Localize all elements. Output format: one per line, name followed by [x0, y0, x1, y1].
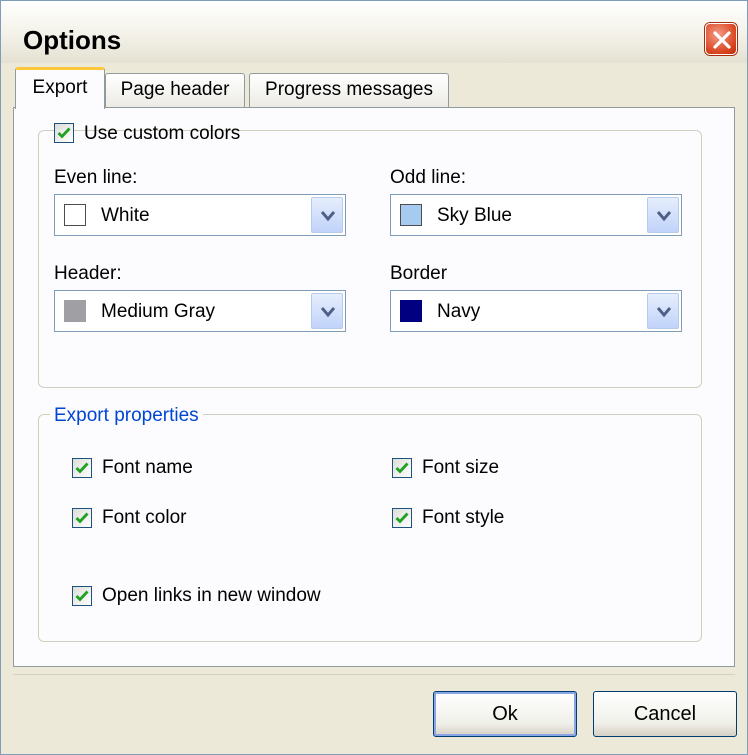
odd-line-color-swatch [400, 204, 422, 226]
close-button[interactable] [705, 23, 737, 55]
tab-page-header[interactable]: Page header [105, 73, 245, 107]
font-name-label: Font name [102, 457, 193, 478]
border-label: Border [390, 263, 448, 284]
even-line-value: White [101, 205, 150, 226]
chevron-down-icon [657, 307, 671, 318]
checkmark-icon [395, 462, 409, 474]
button-separator [13, 674, 735, 675]
export-tab-panel: Use custom colors Even line: White Odd l… [13, 107, 735, 667]
export-properties-legend: Export properties [50, 404, 203, 428]
font-color-checkbox[interactable] [72, 508, 92, 528]
border-color-swatch [400, 300, 422, 322]
border-dropdown-button[interactable] [647, 293, 679, 329]
header-value: Medium Gray [101, 301, 216, 322]
font-color-label: Font color [102, 507, 187, 528]
tab-export[interactable]: Export [15, 67, 105, 109]
open-links-checkbox[interactable] [72, 586, 92, 606]
title-bar[interactable]: Options [1, 1, 747, 63]
even-line-dropdown-button[interactable] [311, 197, 343, 233]
odd-line-color-select[interactable]: Sky Blue [390, 194, 682, 236]
options-dialog: Options Export Page header Progress mess… [0, 0, 748, 755]
even-line-label: Even line: [54, 167, 138, 188]
font-style-label: Font style [422, 507, 505, 528]
checkmark-icon [75, 590, 89, 602]
custom-colors-group [38, 130, 702, 388]
font-name-checkbox[interactable] [72, 458, 92, 478]
window-title: Options [23, 25, 122, 55]
close-icon [713, 31, 731, 49]
odd-line-value: Sky Blue [437, 205, 512, 226]
checkmark-icon [75, 462, 89, 474]
checkmark-icon [75, 512, 89, 524]
border-color-select[interactable]: Navy [390, 290, 682, 332]
chevron-down-icon [657, 211, 671, 222]
checkmark-icon [395, 512, 409, 524]
header-label: Header: [54, 263, 122, 284]
odd-line-dropdown-button[interactable] [647, 197, 679, 233]
cancel-button[interactable]: Cancel [593, 691, 737, 737]
font-style-checkbox[interactable] [392, 508, 412, 528]
header-color-swatch [64, 300, 86, 322]
checkmark-icon [57, 127, 71, 139]
even-line-color-select[interactable]: White [54, 194, 346, 236]
even-line-color-swatch [64, 204, 86, 226]
use-custom-colors-label: Use custom colors [84, 123, 241, 144]
border-value: Navy [437, 301, 481, 322]
tab-progress-messages[interactable]: Progress messages [249, 73, 449, 107]
use-custom-colors-checkbox[interactable] [54, 123, 74, 143]
header-color-select[interactable]: Medium Gray [54, 290, 346, 332]
open-links-label: Open links in new window [102, 585, 321, 606]
font-size-label: Font size [422, 457, 500, 478]
chevron-down-icon [321, 307, 335, 318]
ok-button[interactable]: Ok [433, 691, 577, 737]
odd-line-label: Odd line: [390, 167, 467, 188]
chevron-down-icon [321, 211, 335, 222]
header-dropdown-button[interactable] [311, 293, 343, 329]
font-size-checkbox[interactable] [392, 458, 412, 478]
